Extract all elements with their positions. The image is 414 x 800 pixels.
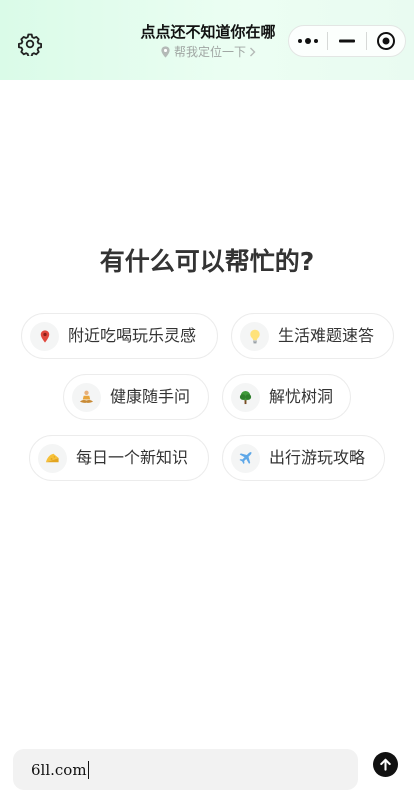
close-button[interactable]: [367, 26, 405, 56]
more-dots-icon: [298, 38, 318, 44]
send-arrow-up-icon: [380, 758, 391, 771]
tree-icon: [231, 382, 260, 412]
suggestion-chip-health[interactable]: 健康随手问: [63, 374, 209, 420]
close-target-icon: [377, 32, 395, 50]
suggestion-label: 解忧树洞: [269, 387, 334, 406]
send-button[interactable]: [373, 752, 398, 777]
location-pin-icon: [30, 321, 59, 351]
cheese-icon: [38, 443, 67, 473]
message-input[interactable]: 6ll.com: [13, 749, 358, 790]
suggestion-label: 健康随手问: [110, 387, 191, 406]
locate-me-link[interactable]: 帮我定位一下: [160, 45, 256, 59]
minimize-icon: [339, 39, 355, 43]
lightbulb-icon: [240, 321, 269, 351]
chevron-right-icon: [250, 47, 256, 57]
airplane-icon: [231, 443, 260, 473]
suggestion-chip-tree-hole[interactable]: 解忧树洞: [222, 374, 351, 420]
mini-program-capsule: [288, 25, 406, 57]
gear-icon: [18, 33, 42, 56]
suggestion-chip-daily-knowledge[interactable]: 每日一个新知识: [29, 435, 209, 481]
page-title: 点点还不知道你在哪: [140, 23, 276, 41]
message-input-value: 6ll.com: [31, 760, 87, 779]
title-area: 点点还不知道你在哪 帮我定位一下: [108, 22, 308, 62]
settings-button[interactable]: [15, 29, 45, 59]
suggestion-chip-nearby[interactable]: 附近吃喝玩乐灵感: [21, 313, 218, 359]
locate-me-label: 帮我定位一下: [173, 45, 246, 59]
location-pin-icon: [161, 46, 170, 58]
suggestion-label: 生活难题速答: [278, 326, 375, 345]
welcome-heading: 有什么可以帮忙的?: [99, 247, 315, 276]
suggestion-chip-life-answers[interactable]: 生活难题速答: [231, 313, 394, 359]
minimize-button[interactable]: [328, 26, 366, 56]
suggestion-label: 每日一个新知识: [76, 448, 189, 467]
more-button[interactable]: [289, 26, 327, 56]
suggestion-label: 附近吃喝玩乐灵感: [68, 326, 197, 345]
suggestion-chip-travel[interactable]: 出行游玩攻略: [222, 435, 385, 481]
meditation-icon: [72, 382, 101, 412]
top-header: 点点还不知道你在哪 帮我定位一下: [0, 0, 414, 80]
suggestion-label: 出行游玩攻略: [269, 448, 366, 467]
text-caret: [87, 760, 89, 779]
